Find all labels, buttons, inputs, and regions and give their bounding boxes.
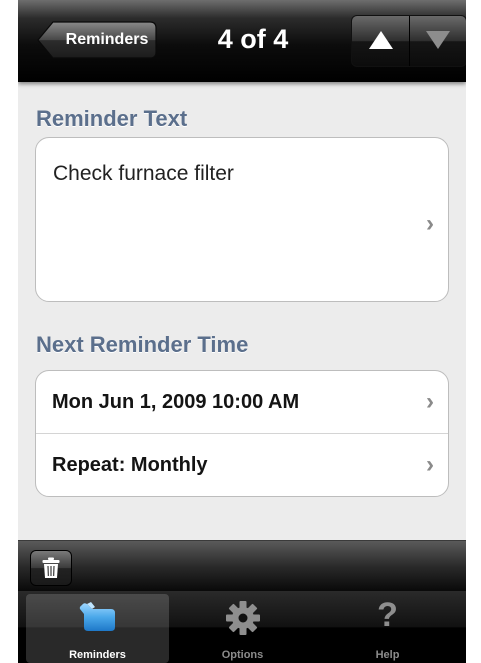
next-reminder-group: Mon Jun 1, 2009 10:00 AM › Repeat: Month… xyxy=(35,370,449,497)
chevron-right-icon: › xyxy=(426,451,434,478)
triangle-down-icon xyxy=(426,31,450,49)
prev-next-segmented-control xyxy=(351,15,466,67)
tab-bar: Reminders Options ? Help xyxy=(18,591,466,663)
reminder-datetime-row[interactable]: Mon Jun 1, 2009 10:00 AM › xyxy=(36,371,448,433)
next-reminder-time-header: Next Reminder Time xyxy=(36,332,249,357)
tab-options[interactable]: Options xyxy=(171,594,314,663)
tab-help[interactable]: ? Help xyxy=(316,594,459,663)
back-button-label: Reminders xyxy=(65,31,149,48)
previous-button[interactable] xyxy=(352,16,410,66)
question-mark-icon: ? xyxy=(377,596,398,634)
reminder-text-header: Reminder Text xyxy=(36,106,188,131)
navigation-bar: Reminders 4 of 4 xyxy=(18,0,466,82)
tab-reminders[interactable]: Reminders xyxy=(26,594,169,663)
repeat-label: Repeat: Monthly xyxy=(52,454,208,476)
repeat-row[interactable]: Repeat: Monthly › xyxy=(36,434,448,496)
bottom-toolbar xyxy=(18,540,466,592)
reminder-text-value: Check furnace filter xyxy=(53,162,234,185)
delete-button[interactable] xyxy=(30,550,72,586)
back-button[interactable]: Reminders xyxy=(37,21,157,59)
reminder-text-group: Check furnace filter › xyxy=(35,137,449,302)
tab-help-label: Help xyxy=(375,649,400,661)
next-button[interactable] xyxy=(409,16,466,66)
gear-icon xyxy=(225,601,260,635)
reminder-datetime-label: Mon Jun 1, 2009 10:00 AM xyxy=(52,391,300,413)
tab-options-label: Options xyxy=(221,649,264,661)
tab-reminders-label: Reminders xyxy=(69,649,126,661)
trash-icon xyxy=(42,557,60,578)
reminders-icon xyxy=(79,602,115,631)
chevron-right-icon: › xyxy=(426,388,434,415)
chevron-right-icon: › xyxy=(426,210,434,237)
page-title: 4 of 4 xyxy=(217,24,289,54)
reminder-text-cell[interactable]: Check furnace filter › xyxy=(36,138,448,301)
triangle-up-icon xyxy=(369,31,393,49)
phone-screen: Reminders 4 of 4 Reminder Text Check fur… xyxy=(18,0,466,663)
